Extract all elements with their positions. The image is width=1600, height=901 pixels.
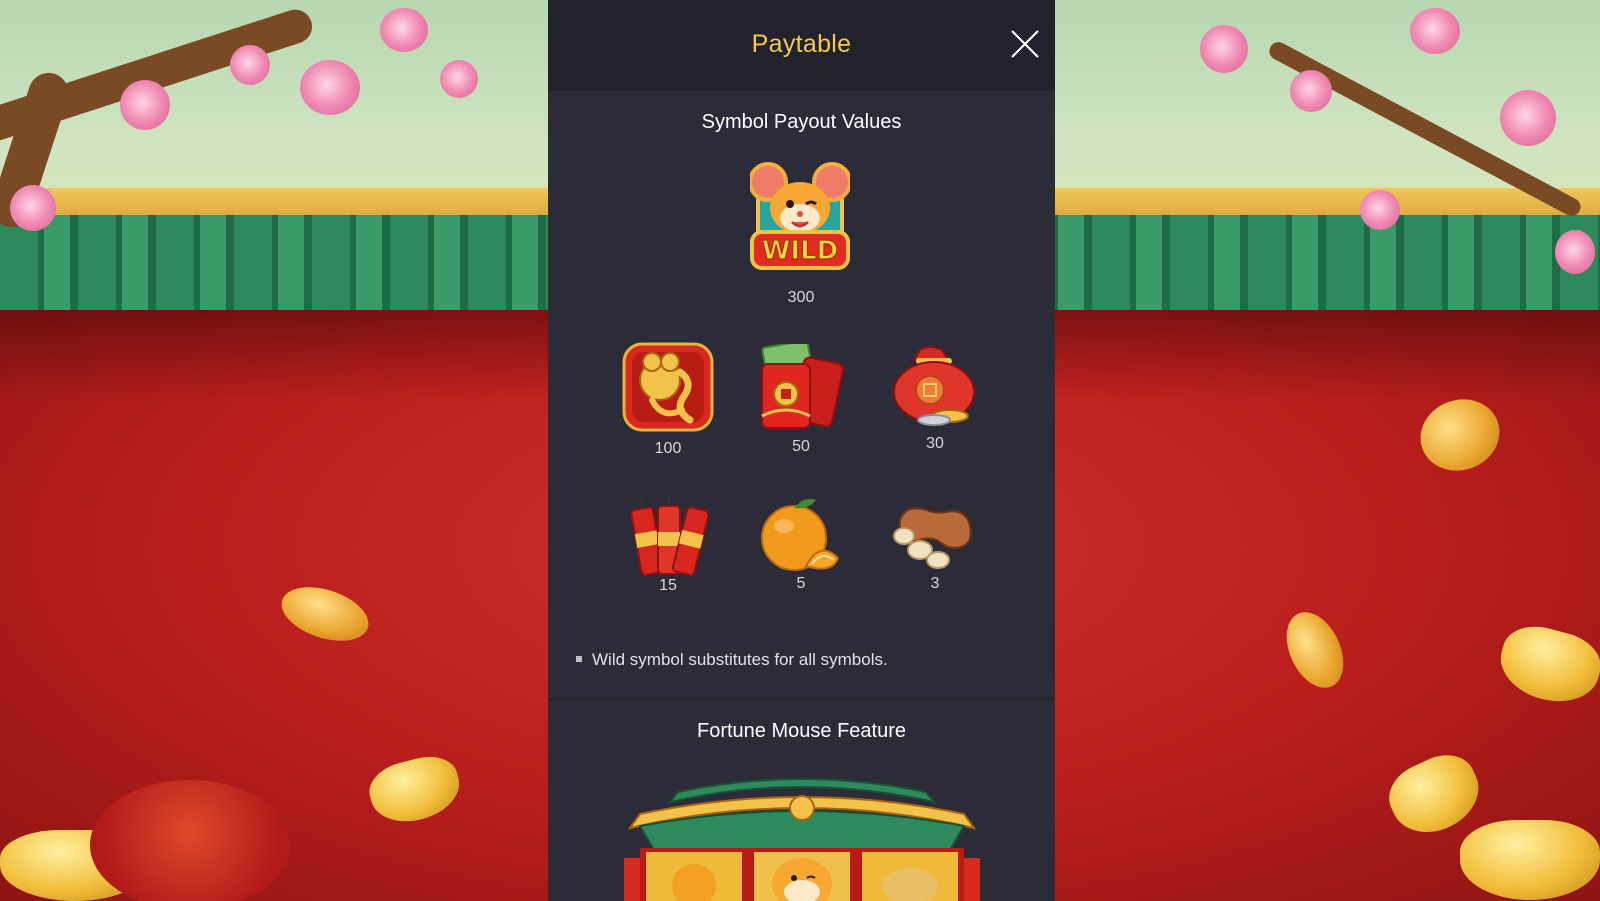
- paytable-title: Paytable: [751, 30, 852, 58]
- payout-firecrackers: 15: [659, 577, 677, 594]
- wild-mouse-icon: WILD: [748, 162, 852, 270]
- blossom: [440, 60, 478, 98]
- close-button[interactable]: [1008, 27, 1042, 61]
- temple-reels-icon: [624, 778, 980, 901]
- blossom: [1500, 90, 1556, 146]
- firecrackers-icon: [630, 496, 710, 577]
- section-title-payouts: Symbol Payout Values: [701, 111, 902, 133]
- blossom: [120, 80, 170, 130]
- orange-icon: [761, 499, 840, 571]
- wild-rule-note: Wild symbol substitutes for all symbols.: [576, 650, 888, 670]
- payout-wild: 300: [787, 289, 815, 306]
- blossom: [1200, 25, 1248, 73]
- payout-lucky-bag: 30: [926, 435, 944, 452]
- symbol-gold-mouse-emblem: [622, 342, 714, 437]
- blossom: [1410, 8, 1460, 54]
- blossom: [1555, 230, 1595, 274]
- payout-orange: 5: [796, 575, 806, 592]
- paytable-panel: Paytable Symbol Payout Values WILD 300 1…: [548, 0, 1055, 901]
- paytable-header: Paytable: [548, 0, 1055, 91]
- fortune-mouse-feature-image: [610, 768, 994, 901]
- symbol-firecrackers: [628, 496, 710, 587]
- symbol-lucky-bag: [890, 344, 980, 435]
- lucky-bag-icon: [893, 346, 975, 426]
- payout-peanuts: 3: [930, 575, 940, 592]
- red-envelope-icon: [761, 339, 845, 429]
- bullet-icon: [576, 655, 582, 662]
- symbol-orange: [756, 496, 842, 581]
- blossom: [1360, 190, 1400, 230]
- payout-gold-mouse-emblem: 100: [654, 440, 682, 457]
- lucky-bag-background: [90, 780, 290, 901]
- blossom: [300, 60, 360, 115]
- wild-label: WILD: [762, 236, 839, 266]
- payout-red-envelope: 50: [792, 438, 810, 455]
- gold-mouse-emblem-icon: [622, 342, 714, 432]
- peanuts-icon: [893, 507, 972, 569]
- section-title-feature: Fortune Mouse Feature: [697, 720, 906, 742]
- symbol-red-envelope: [756, 339, 846, 435]
- wild-rule-text: Wild symbol substitutes for all symbols.: [592, 650, 888, 669]
- close-icon: [1011, 30, 1039, 58]
- blossom: [10, 185, 56, 231]
- symbol-peanuts: [890, 498, 974, 575]
- gold-ingot: [1460, 820, 1600, 900]
- blossom: [380, 8, 428, 52]
- symbol-wild-mouse: WILD: [748, 160, 852, 283]
- blossom: [1290, 70, 1332, 112]
- blossom: [230, 45, 270, 85]
- section-divider: [548, 698, 1055, 700]
